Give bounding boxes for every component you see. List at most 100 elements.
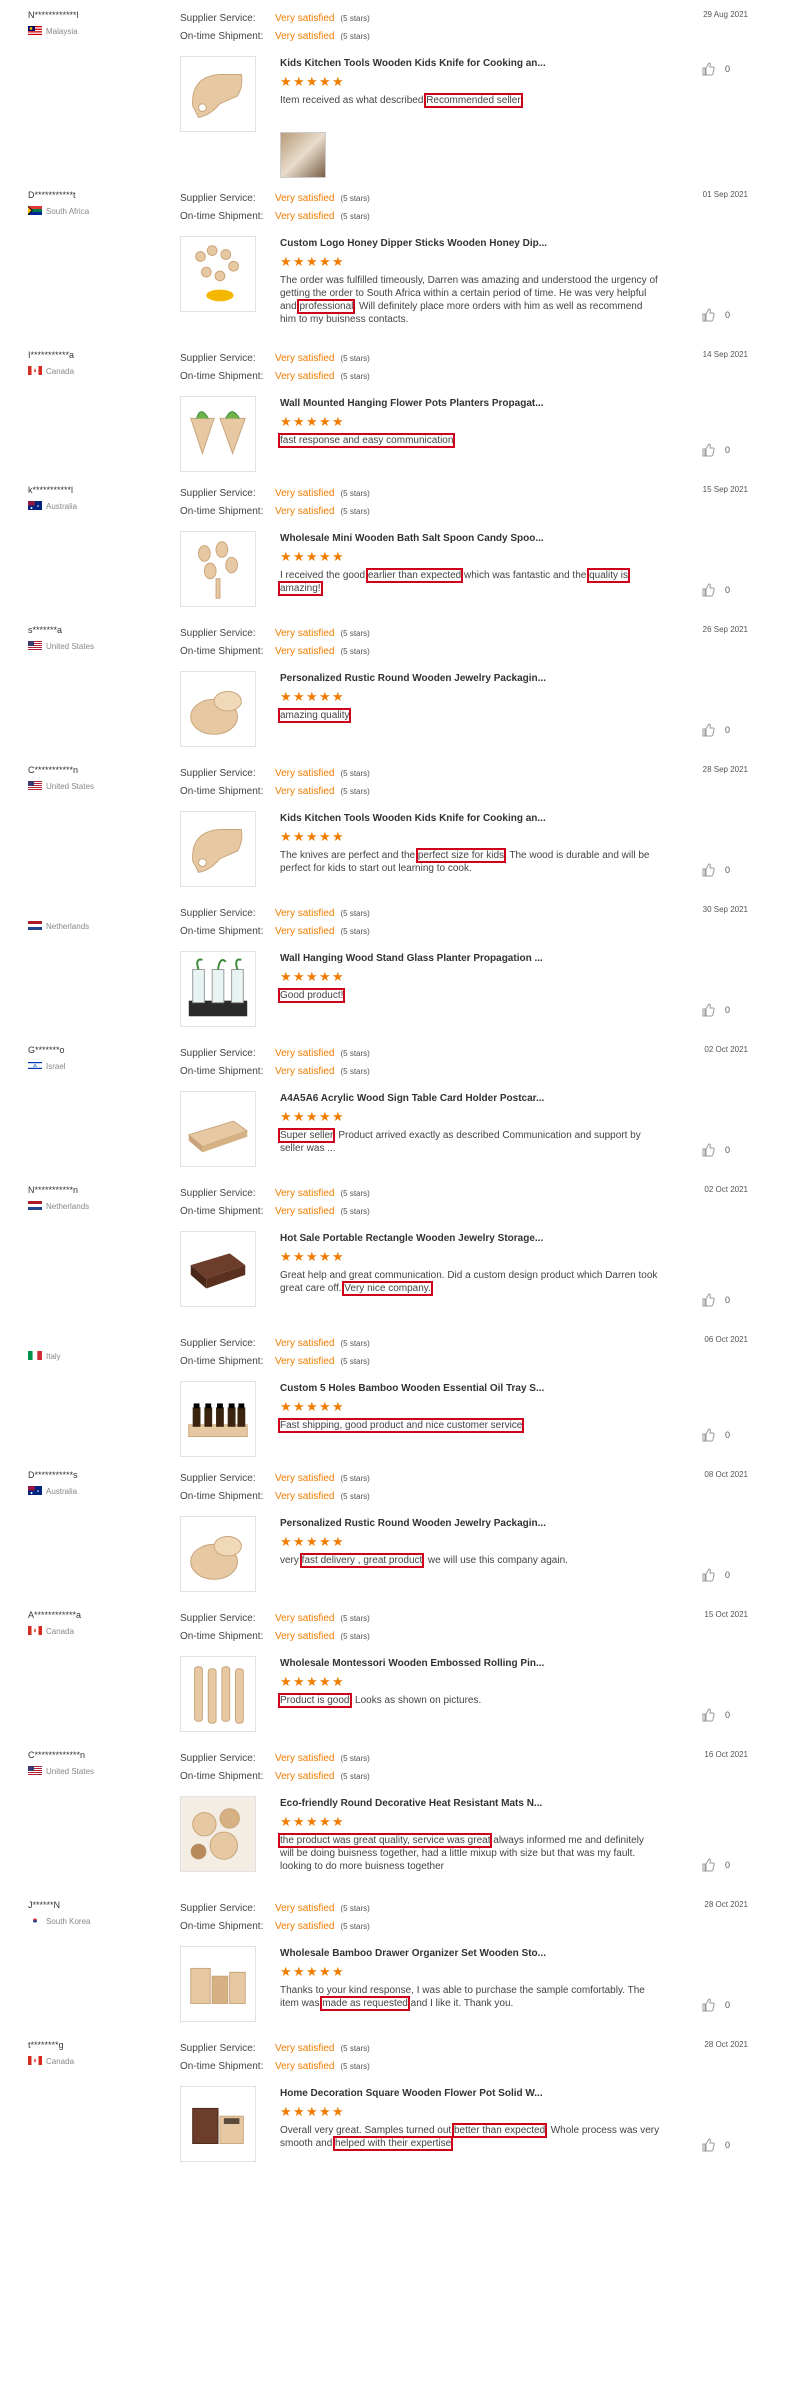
product-rating: ★ ★ ★ ★ ★	[280, 1109, 344, 1124]
thumbs-up-icon[interactable]	[701, 2138, 715, 2152]
product-image[interactable]	[180, 951, 256, 1027]
round-box-icon	[181, 690, 255, 746]
product-link[interactable]: Wholesale Montessori Wooden Embossed Rol…	[280, 1658, 544, 1669]
helpful-button[interactable]: 0	[701, 1293, 730, 1307]
product-image[interactable]	[180, 1796, 256, 1872]
helpful-button[interactable]: 0	[701, 443, 730, 457]
product-image[interactable]	[180, 1516, 256, 1592]
helpful-button[interactable]: 0	[701, 1998, 730, 2012]
country-flag-icon	[28, 26, 42, 37]
helpful-button[interactable]: 0	[701, 1003, 730, 1017]
star-icon: ★	[306, 1249, 318, 1264]
thumbs-up-icon[interactable]	[701, 1858, 715, 1872]
review-date: 28 Oct 2021	[704, 2040, 748, 2049]
review-photo[interactable]	[280, 132, 326, 178]
product-link[interactable]: Wall Hanging Wood Stand Glass Planter Pr…	[280, 953, 543, 964]
thumbs-up-icon[interactable]	[701, 1428, 715, 1442]
thumbs-up-icon[interactable]	[701, 1143, 715, 1157]
highlighted-phrase: the product was great quality, service w…	[277, 1833, 493, 1848]
helpful-button[interactable]: 0	[701, 723, 730, 737]
helpful-button[interactable]: 0	[701, 62, 730, 76]
thumbs-up-icon[interactable]	[701, 723, 715, 737]
review-date: 02 Oct 2021	[704, 1185, 748, 1194]
review-date: 01 Sep 2021	[702, 190, 748, 199]
highlighted-phrase: perfect size for kids	[415, 848, 507, 863]
product-link[interactable]: Wholesale Bamboo Drawer Organizer Set Wo…	[280, 1948, 546, 1959]
product-image[interactable]	[180, 1946, 256, 2022]
product-link[interactable]: Wholesale Mini Wooden Bath Salt Spoon Ca…	[280, 533, 544, 544]
product-link[interactable]: Home Decoration Square Wooden Flower Pot…	[280, 2088, 543, 2099]
thumbs-up-icon[interactable]	[701, 443, 715, 457]
product-image[interactable]	[180, 2086, 256, 2162]
review-date: 15 Oct 2021	[704, 1610, 748, 1619]
highlighted-phrase: Recommended seller	[424, 93, 523, 108]
star-icon: ★	[280, 1399, 292, 1414]
thumbs-up-icon[interactable]	[701, 583, 715, 597]
product-link[interactable]: Personalized Rustic Round Wooden Jewelry…	[280, 673, 546, 684]
product-image[interactable]	[180, 236, 256, 312]
country-name: Canada	[46, 1627, 75, 1636]
product-link[interactable]: Kids Kitchen Tools Wooden Kids Knife for…	[280, 58, 546, 69]
product-image[interactable]	[180, 671, 256, 747]
helpful-button[interactable]: 0	[701, 583, 730, 597]
product-image[interactable]	[180, 811, 256, 887]
helpful-button[interactable]: 0	[701, 308, 730, 322]
like-count: 0	[724, 865, 730, 875]
supplier-service-stars: (5 stars)	[340, 629, 370, 638]
product-link[interactable]: Personalized Rustic Round Wooden Jewelry…	[280, 1518, 546, 1529]
thumbs-up-icon[interactable]	[701, 1708, 715, 1722]
helpful-button[interactable]: 0	[701, 1428, 730, 1442]
helpful-button[interactable]: 0	[701, 1708, 730, 1722]
review-card: Netherlands Supplier Service: Very satisfi…	[0, 905, 800, 1045]
product-link[interactable]: Eco-friendly Round Decorative Heat Resis…	[280, 1798, 542, 1809]
product-link[interactable]: Wall Mounted Hanging Flower Pots Planter…	[280, 398, 544, 409]
helpful-button[interactable]: 0	[701, 2138, 730, 2152]
reviewer-name: N***********n	[28, 1185, 79, 1195]
service-ratings: Supplier Service: Very satisfied (5 stars)…	[180, 1470, 370, 1506]
ontime-shipment-label: On-time Shipment:	[180, 1631, 264, 1642]
product-link[interactable]: Custom 5 Holes Bamboo Wooden Essential O…	[280, 1383, 544, 1394]
like-count: 0	[724, 1710, 730, 1720]
product-image[interactable]	[180, 396, 256, 472]
helpful-button[interactable]: 0	[701, 863, 730, 877]
highlighted-phrase: professional	[297, 299, 356, 314]
service-ratings: Supplier Service: Very satisfied (5 stars)…	[180, 1610, 370, 1646]
product-rating: ★ ★ ★ ★ ★	[280, 1535, 344, 1548]
product-rating: ★ ★ ★ ★ ★	[280, 414, 344, 429]
helpful-button[interactable]: 0	[701, 1568, 730, 1582]
thumbs-up-icon[interactable]	[701, 863, 715, 877]
product-image[interactable]	[180, 56, 256, 132]
product-image[interactable]	[180, 1091, 256, 1167]
review-text: The knives are perfect and the perfect s…	[280, 848, 650, 874]
product-link[interactable]: Custom Logo Honey Dipper Sticks Wooden H…	[280, 238, 547, 249]
helpful-button[interactable]: 0	[701, 1858, 730, 1872]
product-link[interactable]: Hot Sale Portable Rectangle Wooden Jewel…	[280, 1233, 543, 1244]
helpful-button[interactable]: 0	[701, 1143, 730, 1157]
thumbs-up-icon[interactable]	[701, 62, 715, 76]
wooden-knife-icon	[181, 829, 255, 886]
country-flag-icon	[28, 1061, 42, 1072]
thumbs-up-icon[interactable]	[701, 308, 715, 322]
review-date: 16 Oct 2021	[704, 1750, 748, 1759]
thumbs-up-icon[interactable]	[701, 1568, 715, 1582]
star-icon: ★	[280, 549, 292, 564]
ontime-shipment-value: Very satisfied	[275, 371, 335, 382]
star-icon: ★	[332, 414, 344, 429]
thumbs-up-icon[interactable]	[701, 1998, 715, 2012]
like-count: 0	[724, 1430, 730, 1440]
star-icon: ★	[319, 1674, 331, 1689]
thumbs-up-icon[interactable]	[701, 1293, 715, 1307]
product-image[interactable]	[180, 1656, 256, 1732]
product-image[interactable]	[180, 1381, 256, 1457]
product-image[interactable]	[180, 1231, 256, 1307]
star-icon: ★	[293, 1109, 305, 1124]
star-icon: ★	[306, 2104, 318, 2119]
thumbs-up-icon[interactable]	[701, 1003, 715, 1017]
service-ratings: Supplier Service: Very satisfied (5 stars)…	[180, 905, 370, 941]
service-ratings: Supplier Service: Very satisfied (5 stars)…	[180, 1045, 370, 1081]
product-link[interactable]: Kids Kitchen Tools Wooden Kids Knife for…	[280, 813, 546, 824]
ontime-shipment-value: Very satisfied	[275, 2061, 335, 2072]
product-image[interactable]	[180, 531, 256, 607]
ontime-shipment-label: On-time Shipment:	[180, 506, 264, 517]
product-link[interactable]: A4A5A6 Acrylic Wood Sign Table Card Hold…	[280, 1093, 544, 1104]
